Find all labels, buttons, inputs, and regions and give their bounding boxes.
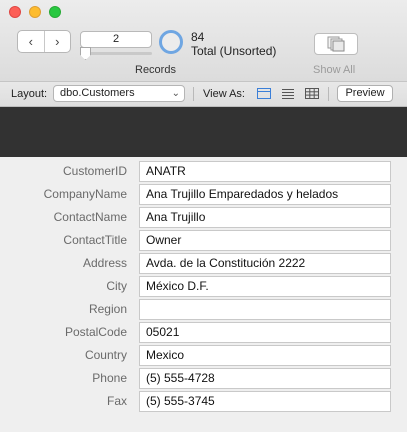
layout-bar: Layout: dbo.Customers ⌄ View As: Preview [0, 82, 407, 107]
field-label: PostalCode [64, 325, 127, 339]
view-as-label: View As: [203, 88, 245, 100]
field-row-customerid: CustomerID ANATR [0, 161, 407, 182]
field-row-region: Region [0, 299, 407, 320]
city-field[interactable]: México D.F. [139, 276, 391, 297]
phone-field[interactable]: (5) 555-4728 [139, 368, 391, 389]
field-label: CustomerID [62, 164, 127, 178]
field-row-phone: Phone (5) 555-4728 [0, 368, 407, 389]
layout-select[interactable]: dbo.Customers ⌄ [53, 85, 185, 102]
filemaker-window: ‹ › 2 84 Total (Unsorted) Records Show A… [0, 0, 407, 432]
chevron-left-icon: ‹ [28, 34, 33, 49]
contacttitle-field[interactable]: Owner [139, 230, 391, 251]
field-label: ContactTitle [63, 233, 127, 247]
next-record-button[interactable]: › [43, 31, 71, 52]
previous-record-button[interactable]: ‹ [18, 31, 44, 52]
field-label: CompanyName [43, 187, 127, 201]
contactname-field[interactable]: Ana Trujillo [139, 207, 391, 228]
field-label: City [106, 279, 127, 293]
minimize-window-button[interactable] [29, 6, 41, 18]
form-body: CustomerID ANATR CompanyName Ana Trujill… [0, 157, 407, 432]
record-count: 84 [191, 30, 205, 44]
field-row-fax: Fax (5) 555-3745 [0, 391, 407, 412]
region-field[interactable] [139, 299, 391, 320]
field-row-city: City México D.F. [0, 276, 407, 297]
field-row-contactname: ContactName Ana Trujillo [0, 207, 407, 228]
divider [193, 87, 194, 101]
layout-select-value: dbo.Customers [60, 87, 135, 99]
record-slider-track[interactable] [84, 52, 152, 55]
found-set-pie-icon [159, 30, 183, 54]
field-label: Address [82, 256, 127, 270]
postalcode-field[interactable]: 05021 [139, 322, 391, 343]
show-all-label: Show All [313, 64, 356, 76]
layout-header-part [0, 107, 407, 157]
zoom-window-button[interactable] [49, 6, 61, 18]
form-view-icon[interactable] [257, 87, 271, 100]
chevron-down-icon: ⌄ [171, 88, 180, 99]
chevron-right-icon: › [55, 34, 60, 49]
customerid-field[interactable]: ANATR [139, 161, 391, 182]
show-all-button[interactable] [314, 33, 358, 55]
toolbar: ‹ › 2 84 Total (Unsorted) Records Show A… [0, 0, 407, 82]
total-label: Total (Unsorted) [191, 44, 277, 58]
table-view-icon[interactable] [305, 87, 319, 100]
fax-field[interactable]: (5) 555-3745 [139, 391, 391, 412]
field-row-country: Country Mexico [0, 345, 407, 366]
preview-button[interactable]: Preview [337, 85, 393, 102]
field-label: Region [88, 302, 127, 316]
field-label: Fax [106, 394, 127, 408]
address-field[interactable]: Avda. de la Constitución 2222 [139, 253, 391, 274]
country-field[interactable]: Mexico [139, 345, 391, 366]
companyname-field[interactable]: Ana Trujillo Emparedados y helados [139, 184, 391, 205]
close-window-button[interactable] [9, 6, 21, 18]
field-label: Country [84, 348, 127, 362]
show-all-icon [327, 36, 345, 52]
record-nav-group: ‹ › [17, 30, 71, 53]
field-row-postalcode: PostalCode 05021 [0, 322, 407, 343]
field-row-companyname: CompanyName Ana Trujillo Emparedados y h… [0, 184, 407, 205]
records-label: Records [135, 64, 176, 76]
list-view-icon[interactable] [281, 87, 295, 100]
layout-label: Layout: [11, 88, 48, 100]
record-slider-thumb[interactable] [80, 47, 91, 60]
divider [328, 87, 329, 101]
field-row-contacttitle: ContactTitle Owner [0, 230, 407, 251]
field-label: Phone [92, 371, 127, 385]
field-row-address: Address Avda. de la Constitución 2222 [0, 253, 407, 274]
field-label: ContactName [53, 210, 127, 224]
current-record-input[interactable]: 2 [80, 31, 152, 48]
